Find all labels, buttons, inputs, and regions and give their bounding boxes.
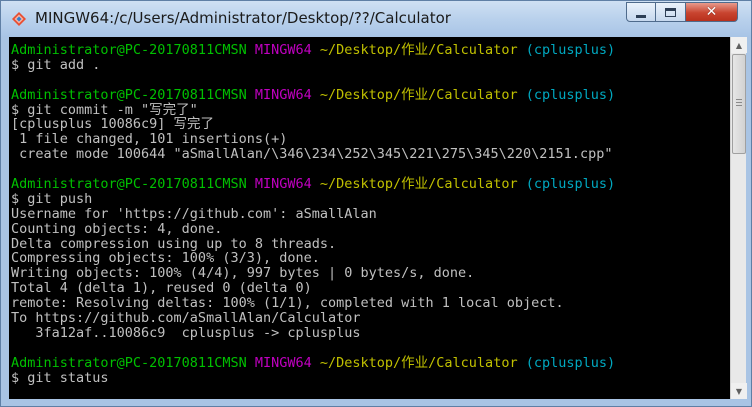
prompt-msystem: MINGW64 — [254, 354, 312, 371]
maximize-icon — [665, 7, 676, 17]
scroll-up-icon: ▲ — [735, 40, 743, 50]
prompt-line: Administrator@PC-20170811CMSN MINGW64 ~/… — [11, 86, 616, 103]
prompt-branch: (cplusplus) — [525, 86, 616, 103]
output-line: Delta compression using up to 8 threads. — [11, 235, 337, 252]
prompt-msystem: MINGW64 — [254, 42, 312, 58]
output-line: [cplusplus 10086c9] 写完了 — [11, 116, 215, 133]
prompt-user-host: Administrator@PC-20170811CMSN — [11, 86, 247, 103]
prompt-path: ~/Desktop/作业/Calculator — [319, 86, 518, 103]
minimize-button[interactable] — [626, 2, 656, 22]
scroll-thumb[interactable] — [732, 54, 746, 154]
output-line: To https://github.com/aSmallAlan/Calcula… — [11, 310, 361, 327]
scroll-up-button[interactable]: ▲ — [731, 37, 747, 53]
prompt-user-host: Administrator@PC-20170811CMSN — [11, 42, 247, 58]
output-line: Compressing objects: 100% (3/3), done. — [11, 250, 320, 267]
output-line: Counting objects: 4, done. — [11, 220, 223, 237]
output-line: Username for 'https://github.com': aSmal… — [11, 205, 377, 222]
terminal-lines: Administrator@PC-20170811CMSN MINGW64 ~/… — [11, 43, 615, 385]
minimize-icon — [636, 14, 646, 18]
window-title: MINGW64:/c/Users/Administrator/Desktop/?… — [35, 9, 451, 27]
close-button[interactable]: ✕ — [686, 2, 738, 22]
prompt-line: Administrator@PC-20170811CMSN MINGW64 ~/… — [11, 43, 615, 58]
output-line: $ git push — [11, 190, 93, 207]
prompt-msystem: MINGW64 — [254, 86, 312, 103]
title-bar[interactable]: MINGW64:/c/Users/Administrator/Desktop/?… — [1, 1, 751, 37]
output-line: create mode 100644 "aSmallAlan/\346\234\… — [11, 146, 613, 163]
prompt-path: ~/Desktop/作业/Calculator — [319, 354, 518, 371]
git-bash-icon — [12, 12, 26, 26]
output-line: remote: Resolving deltas: 100% (1/1), co… — [11, 295, 564, 312]
terminal-output[interactable]: Administrator@PC-20170811CMSN MINGW64 ~/… — [9, 37, 730, 399]
prompt-line: Administrator@PC-20170811CMSN MINGW64 ~/… — [11, 354, 616, 371]
prompt-path: ~/Desktop/作业/Calculator — [319, 42, 518, 58]
prompt-user-host: Administrator@PC-20170811CMSN — [11, 176, 247, 193]
output-line: $ git commit -m "写完了" — [11, 101, 198, 118]
vertical-scrollbar[interactable]: ▲ ▼ — [730, 37, 747, 399]
output-line: 1 file changed, 101 insertions(+) — [11, 131, 288, 148]
prompt-msystem: MINGW64 — [254, 176, 312, 193]
output-line: $ git add . — [11, 56, 101, 73]
grip-line — [736, 102, 742, 103]
output-line: Total 4 (delta 1), reused 0 (delta 0) — [11, 280, 312, 297]
prompt-line: Administrator@PC-20170811CMSN MINGW64 ~/… — [11, 177, 615, 192]
prompt-branch: (cplusplus) — [525, 42, 616, 58]
prompt-user-host: Administrator@PC-20170811CMSN — [11, 354, 247, 371]
output-line: 3fa12af..10086c9 cplusplus -> cplusplus — [11, 324, 361, 341]
prompt-branch: (cplusplus) — [525, 354, 616, 371]
output-line: $ git status — [11, 369, 109, 386]
prompt-path: ~/Desktop/作业/Calculator — [319, 176, 518, 193]
terminal-window: MINGW64:/c/Users/Administrator/Desktop/?… — [0, 0, 752, 407]
maximize-button[interactable] — [656, 2, 686, 22]
output-line: Writing objects: 100% (4/4), 997 bytes |… — [11, 265, 475, 282]
grip-line — [736, 99, 742, 100]
close-icon: ✕ — [705, 4, 718, 20]
scroll-down-icon: ▼ — [735, 386, 743, 396]
scroll-down-button[interactable]: ▼ — [731, 383, 747, 399]
grip-line — [736, 105, 742, 106]
prompt-branch: (cplusplus) — [525, 176, 616, 193]
